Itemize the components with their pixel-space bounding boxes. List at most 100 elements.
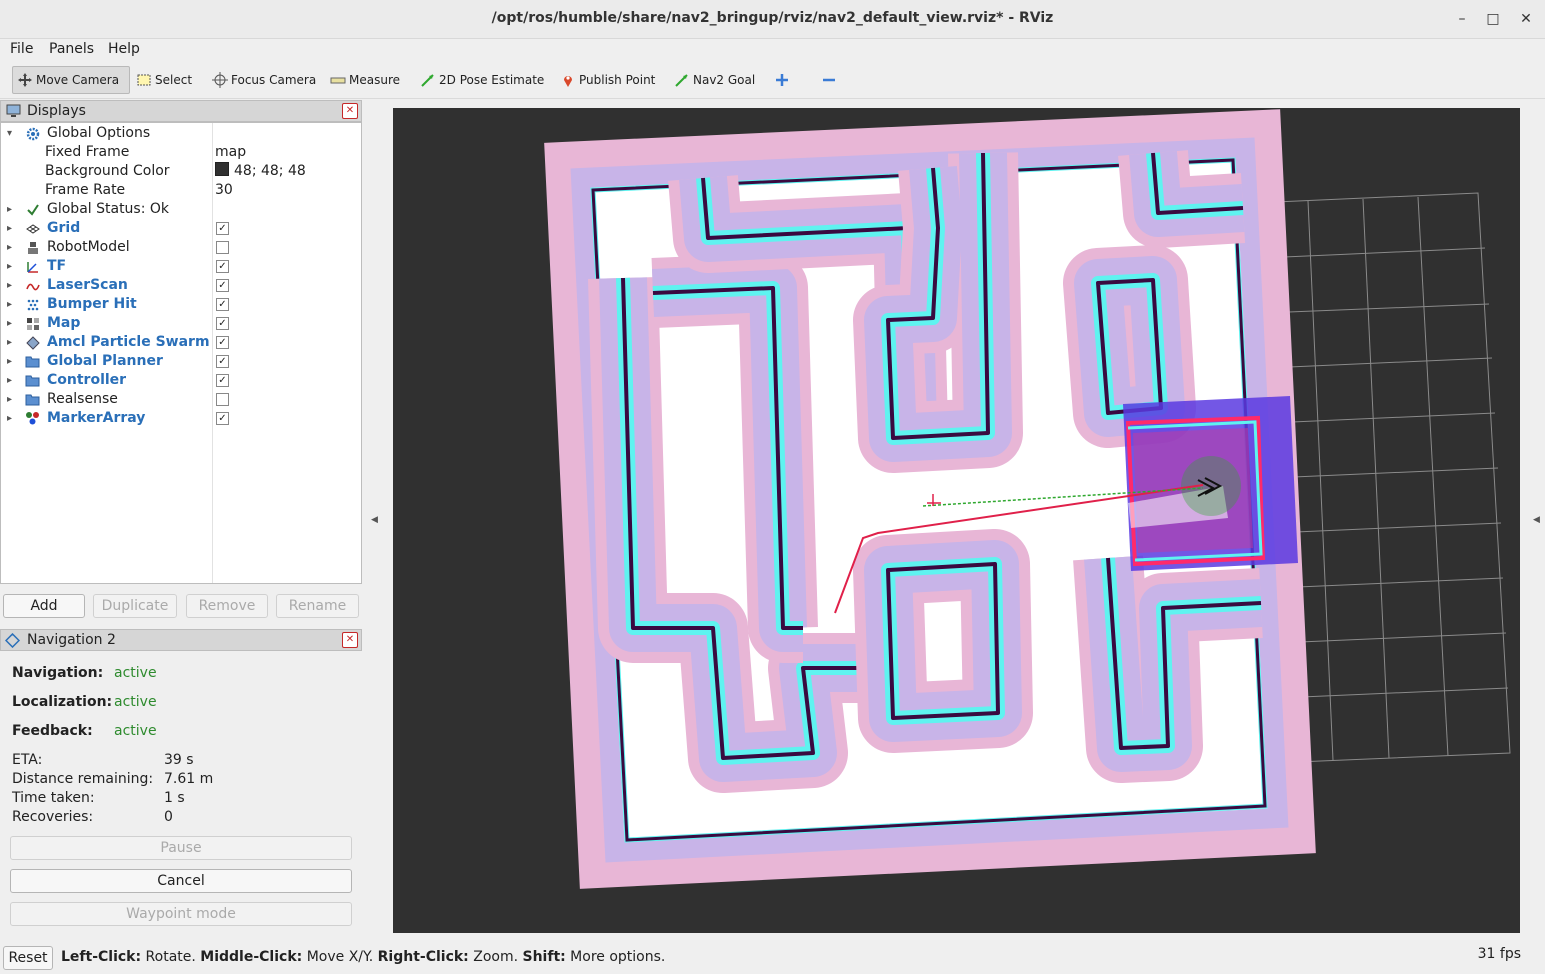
local-costmap	[1123, 396, 1298, 571]
pose-estimate-label: 2D Pose Estimate	[439, 73, 545, 87]
frame-rate-value[interactable]: 30	[215, 181, 233, 200]
menu-file[interactable]: File	[10, 41, 33, 57]
expand-right-icon[interactable]: ▸	[7, 295, 12, 314]
tree-row-tf[interactable]: ▸ TF ✓	[1, 257, 361, 276]
nav2-goal-tool[interactable]: Nav2 Goal	[670, 66, 759, 94]
reset-button[interactable]: Reset	[3, 946, 53, 970]
tree-row-realsense[interactable]: ▸ Realsense	[1, 390, 361, 409]
expand-right-icon[interactable]: ▸	[7, 238, 12, 257]
navigation-value: active	[114, 665, 157, 681]
focus-camera-tool[interactable]: Focus Camera	[208, 66, 320, 94]
add-display-button[interactable]: Add	[3, 594, 85, 618]
remove-tool-button[interactable]	[816, 66, 843, 94]
robot-icon	[25, 240, 40, 255]
shift-desc: More options.	[565, 949, 666, 965]
navigation-panel: Navigation 2 ✕ Navigation: active Locali…	[0, 629, 362, 934]
robotmodel-checkbox[interactable]	[216, 241, 229, 254]
expand-right-icon[interactable]: ▸	[7, 257, 12, 276]
tree-row-fixed-frame[interactable]: Fixed Frame map	[1, 143, 361, 162]
close-displays-icon[interactable]: ✕	[342, 103, 358, 119]
collapse-right-icon[interactable]: ◀	[1533, 515, 1540, 525]
map-checkbox[interactable]: ✓	[216, 317, 229, 330]
close-navigation-icon[interactable]: ✕	[342, 632, 358, 648]
pose-estimate-tool[interactable]: 2D Pose Estimate	[416, 66, 548, 94]
distance-value: 7.61 m	[164, 771, 214, 787]
expand-right-icon[interactable]: ▸	[7, 352, 12, 371]
minimize-button[interactable]: –	[1452, 9, 1472, 29]
measure-label: Measure	[349, 73, 400, 87]
expand-right-icon[interactable]: ▸	[7, 276, 12, 295]
amcl-particle-swarm-checkbox[interactable]: ✓	[216, 336, 229, 349]
tree-row-markerarray[interactable]: ▸ MarkerArray ✓	[1, 409, 361, 428]
expand-down-icon[interactable]: ▾	[7, 124, 12, 143]
display-name: Global Planner	[47, 353, 163, 369]
bumper-hit-checkbox[interactable]: ✓	[216, 298, 229, 311]
pause-button[interactable]: Pause	[10, 836, 352, 860]
mouse-help-text: Left-Click: Rotate. Middle-Click: Move X…	[61, 949, 665, 965]
fixed-frame-value[interactable]: map	[215, 143, 246, 162]
measure-tool[interactable]: Measure	[326, 66, 404, 94]
tree-row-grid[interactable]: ▸ Grid ✓	[1, 219, 361, 238]
tree-row-map[interactable]: ▸ Map ✓	[1, 314, 361, 333]
distance-label: Distance remaining:	[12, 771, 154, 787]
tf-checkbox[interactable]: ✓	[216, 260, 229, 273]
publish-point-tool[interactable]: Publish Point	[556, 66, 659, 94]
tree-row-frame-rate[interactable]: Frame Rate 30	[1, 181, 361, 200]
rename-display-button[interactable]: Rename	[276, 594, 359, 618]
realsense-checkbox[interactable]	[216, 393, 229, 406]
tree-row-background-color[interactable]: Background Color 48; 48; 48	[1, 162, 361, 181]
expand-right-icon[interactable]: ▸	[7, 409, 12, 428]
display-name: TF	[47, 258, 67, 274]
tree-row-laserscan[interactable]: ▸ LaserScan ✓	[1, 276, 361, 295]
toolbar: Move Camera Select Focus Camera Measure …	[0, 62, 1545, 99]
grid-icon	[25, 221, 40, 236]
frame-rate-label: Frame Rate	[45, 182, 126, 198]
waypoint-mode-button[interactable]: Waypoint mode	[10, 902, 352, 926]
tree-row-robotmodel[interactable]: ▸ RobotModel	[1, 238, 361, 257]
feedback-label: Feedback:	[12, 723, 93, 739]
tree-row-global-planner[interactable]: ▸ Global Planner ✓	[1, 352, 361, 371]
right-click-key: Right-Click:	[377, 949, 469, 965]
grid-checkbox[interactable]: ✓	[216, 222, 229, 235]
laserscan-checkbox[interactable]: ✓	[216, 279, 229, 292]
collapse-left-icon[interactable]: ◀	[371, 515, 378, 525]
tree-row-amcl-particle-swarm[interactable]: ▸ Amcl Particle Swarm ✓	[1, 333, 361, 352]
displays-tree: ▾ Global Options Fixed Frame map Backgro…	[0, 122, 362, 584]
move-camera-tool[interactable]: Move Camera	[12, 66, 130, 94]
map-pin-icon	[560, 72, 576, 88]
global-planner-checkbox[interactable]: ✓	[216, 355, 229, 368]
expand-right-icon[interactable]: ▸	[7, 200, 12, 219]
tree-row-controller[interactable]: ▸ Controller ✓	[1, 371, 361, 390]
display-name: Amcl Particle Swarm	[47, 334, 210, 350]
tree-row-global-options[interactable]: ▾ Global Options	[1, 124, 361, 143]
middle-click-key: Middle-Click:	[200, 949, 303, 965]
fixed-frame-label: Fixed Frame	[45, 144, 130, 160]
tree-row-global-status[interactable]: ▸ Global Status: Ok	[1, 200, 361, 219]
controller-checkbox[interactable]: ✓	[216, 374, 229, 387]
feedback-value: active	[114, 723, 157, 739]
menu-bar: File Panels Help	[0, 39, 1545, 61]
display-name: Realsense	[47, 391, 118, 407]
cancel-button[interactable]: Cancel	[10, 869, 352, 893]
markerarray-checkbox[interactable]: ✓	[216, 412, 229, 425]
expand-right-icon[interactable]: ▸	[7, 390, 12, 409]
tree-row-bumper-hit[interactable]: ▸ Bumper Hit ✓	[1, 295, 361, 314]
menu-help[interactable]: Help	[108, 41, 140, 57]
add-tool-button[interactable]	[770, 66, 797, 94]
render-viewport[interactable]	[393, 108, 1520, 933]
close-window-button[interactable]: ✕	[1516, 9, 1536, 29]
expand-right-icon[interactable]: ▸	[7, 219, 12, 238]
background-color-value[interactable]: 48; 48; 48	[215, 162, 306, 181]
select-tool[interactable]: Select	[132, 66, 196, 94]
laserscan-icon	[25, 278, 40, 293]
menu-panels[interactable]: Panels	[49, 41, 94, 57]
duplicate-display-button[interactable]: Duplicate	[93, 594, 177, 618]
display-name: Bumper Hit	[47, 296, 137, 312]
expand-right-icon[interactable]: ▸	[7, 371, 12, 390]
remove-display-button[interactable]: Remove	[186, 594, 268, 618]
expand-right-icon[interactable]: ▸	[7, 314, 12, 333]
maximize-button[interactable]: □	[1483, 9, 1503, 29]
fps-counter: 31 fps	[1477, 946, 1521, 962]
middle-click-desc: Move X/Y.	[302, 949, 378, 965]
expand-right-icon[interactable]: ▸	[7, 333, 12, 352]
